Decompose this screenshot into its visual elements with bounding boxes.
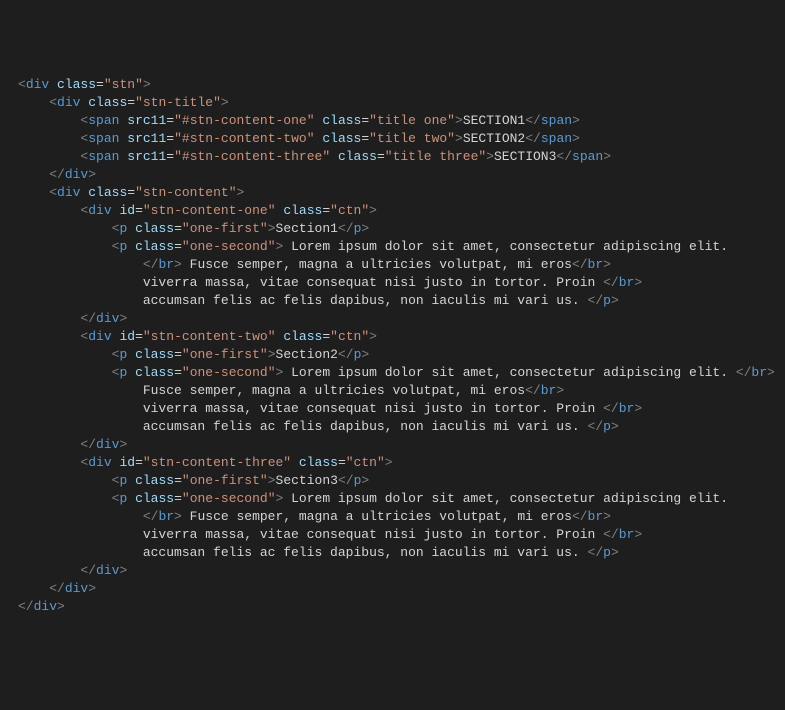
code-line: </div> [0,166,785,184]
code-line: <div id="stn-content-three" class="ctn"> [0,454,785,472]
code-line: <p class="one-first">Section3</p> [0,472,785,490]
code-line: <div class="stn-title"> [0,94,785,112]
code-line: <p class="one-first">Section2</p> [0,346,785,364]
code-line: <span src11="#stn-content-two" class="ti… [0,130,785,148]
code-line: </br> Fusce semper, magna a ultricies vo… [0,256,785,274]
code-line: </div> [0,598,785,616]
code-line: <span src11="#stn-content-one" class="ti… [0,112,785,130]
code-line: <div id="stn-content-one" class="ctn"> [0,202,785,220]
code-line: <span src11="#stn-content-three" class="… [0,148,785,166]
code-line: <p class="one-second"> Lorem ipsum dolor… [0,490,785,508]
code-line: </div> [0,436,785,454]
code-line: viverra massa, vitae consequat nisi just… [0,526,785,544]
code-line: accumsan felis ac felis dapibus, non iac… [0,544,785,562]
code-line: <div class="stn"> [0,76,785,94]
code-line: accumsan felis ac felis dapibus, non iac… [0,292,785,310]
code-line: <p class="one-first">Section1</p> [0,220,785,238]
code-line: </br> Fusce semper, magna a ultricies vo… [0,508,785,526]
code-line: </div> [0,580,785,598]
code-line: <p class="one-second"> Lorem ipsum dolor… [0,238,785,256]
code-line: <div id="stn-content-two" class="ctn"> [0,328,785,346]
code-line: Fusce semper, magna a ultricies volutpat… [0,382,785,400]
code-line: </div> [0,562,785,580]
code-line: viverra massa, vitae consequat nisi just… [0,274,785,292]
code-line: <p class="one-second"> Lorem ipsum dolor… [0,364,785,382]
code-line: <div class="stn-content"> [0,184,785,202]
code-editor[interactable]: <div class="stn"> <div class="stn-title"… [0,72,785,620]
code-line: accumsan felis ac felis dapibus, non iac… [0,418,785,436]
code-line: </div> [0,310,785,328]
code-line: viverra massa, vitae consequat nisi just… [0,400,785,418]
